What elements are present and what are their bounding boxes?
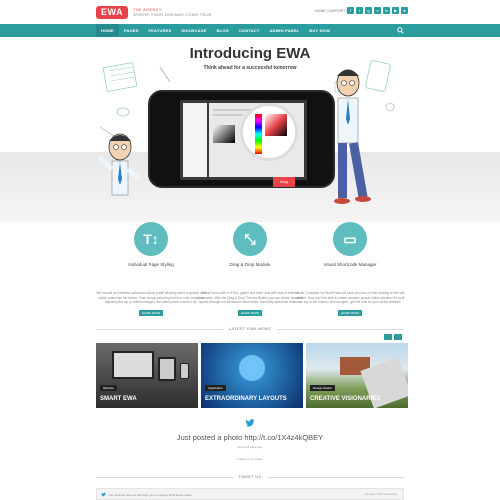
logo-tagline-2: WHERE YOUR DREAMS COME TRUE [133, 12, 212, 17]
dribbble-icon[interactable]: ● [401, 7, 408, 14]
nav-item-pages[interactable]: PAGES [119, 24, 144, 37]
tweet-box: Let us know how we can help your company… [96, 488, 404, 500]
news-card-2[interactable]: Application EXTRAORDINARY LAYOUTS [201, 343, 303, 408]
top-bar: EWA THE AGENCY WHERE YOUR DREAMS COME TR… [0, 0, 500, 24]
linkedin-icon[interactable]: in [383, 7, 390, 14]
tweet-box-text: Let us know how we can help your company… [109, 493, 192, 497]
search-icon[interactable] [397, 27, 404, 34]
news-label: Application [205, 385, 226, 391]
twitter-small-icon [101, 492, 106, 497]
youtube-icon[interactable]: ▶ [392, 7, 399, 14]
top-links[interactable]: HOME | SUPPORT | [315, 9, 347, 13]
blog-badge: blog [273, 177, 295, 187]
news-caption: EXTRAORDINARY LAYOUTS [205, 396, 287, 402]
feature-1: T↕ Individual Page Styling We include an e… [96, 222, 206, 316]
social-icons: f t g v in ▶ ● [347, 7, 408, 14]
tweet-box-meta: via Oscar TEAM Themeable [364, 493, 397, 496]
laptop-icon: ▭ [333, 222, 367, 256]
main-nav: HOME PAGES FEATURES SHOWCASE BLOG CONTACT ADMI… [0, 24, 500, 37]
nav-item-blog[interactable]: BLOG [212, 24, 234, 37]
news-card-3[interactable]: Design Studio CREATIVE VISIONARIES [306, 343, 408, 408]
nav-item-features[interactable]: FEATURES [144, 24, 177, 37]
vimeo-icon[interactable]: v [374, 7, 381, 14]
news-arrows [384, 334, 402, 340]
feature-description: We include an extensive advanced admin p… [96, 291, 206, 304]
logo[interactable]: EWA [96, 6, 128, 19]
news-label: Website [100, 385, 117, 391]
facebook-icon[interactable]: f [347, 7, 354, 14]
feature-title: Individual Page Styling [128, 262, 174, 267]
drag-drop-icon: ⤡ [233, 222, 267, 256]
next-arrow-icon[interactable] [394, 334, 402, 340]
nav-item-buy-now[interactable]: BUY NOW [304, 24, 335, 37]
feature-2: ⤡ Drag & Drop Module Select from a set of … [195, 222, 305, 316]
news-label: Design Studio [310, 385, 335, 391]
tweet-text[interactable]: Just posted a photo http://t.co/1X4z4kQB… [0, 433, 500, 442]
news-caption: SMART EWA [100, 396, 137, 402]
nav-items: HOME PAGES FEATURES SHOWCASE BLOG CONTACT ADMI… [96, 24, 335, 37]
feature-description: Visual Composer for WordPress will save … [295, 291, 405, 304]
hero-banner: Introducing EWA Think ahead for a succes… [0, 37, 500, 222]
prev-arrow-icon[interactable] [384, 334, 392, 340]
feature-description: Select from a set of HTML, jquery and mo… [197, 291, 303, 304]
tweet-time: about 15 days ago [237, 445, 263, 449]
learn-more-button[interactable]: LEARN MORE [139, 309, 163, 316]
news-section-title-text: LATEST EWA NEWS [222, 326, 278, 331]
tweet-section-title: TWEET US [0, 474, 500, 479]
tweet-section-title-text: TWEET US [232, 474, 268, 479]
nav-item-showcase[interactable]: SHOWCASE [176, 24, 211, 37]
news-caption: CREATIVE VISIONARIES [310, 396, 381, 402]
twitter-icon[interactable]: t [356, 7, 363, 14]
admin-sidebar [183, 103, 207, 177]
twitter-bird-icon [245, 419, 255, 427]
follow-twitter-link[interactable]: Follow us on twitter [0, 457, 500, 461]
google-icon[interactable]: g [365, 7, 372, 14]
feature-title: Visual Shortcode Manager [323, 262, 377, 267]
feature-3: ▭ Visual Shortcode Manager Visual Composer… [295, 222, 405, 316]
character-right-illustration [334, 69, 371, 204]
nav-item-admin-panel[interactable]: ADMIN PANEL [265, 24, 305, 37]
news-section-title: LATEST EWA NEWS [0, 326, 500, 331]
feature-title: Drag & Drop Module [229, 262, 271, 267]
learn-more-button[interactable]: LEARN MORE [338, 309, 362, 316]
character-left-illustration [97, 133, 141, 196]
color-picker-zoom [240, 103, 298, 161]
news-card-1[interactable]: Website SMART EWA [96, 343, 198, 408]
nav-item-contact[interactable]: CONTACT [234, 24, 265, 37]
hero-title: Introducing EWA [189, 45, 311, 62]
hero-subtitle: Think ahead for a successful tomorrow [203, 65, 297, 71]
text-styling-icon: T↕ [134, 222, 168, 256]
page: EWA THE AGENCY WHERE YOUR DREAMS COME TR… [0, 0, 500, 500]
nav-item-home[interactable]: HOME [96, 24, 119, 37]
learn-more-button[interactable]: LEARN MORE [238, 309, 262, 316]
